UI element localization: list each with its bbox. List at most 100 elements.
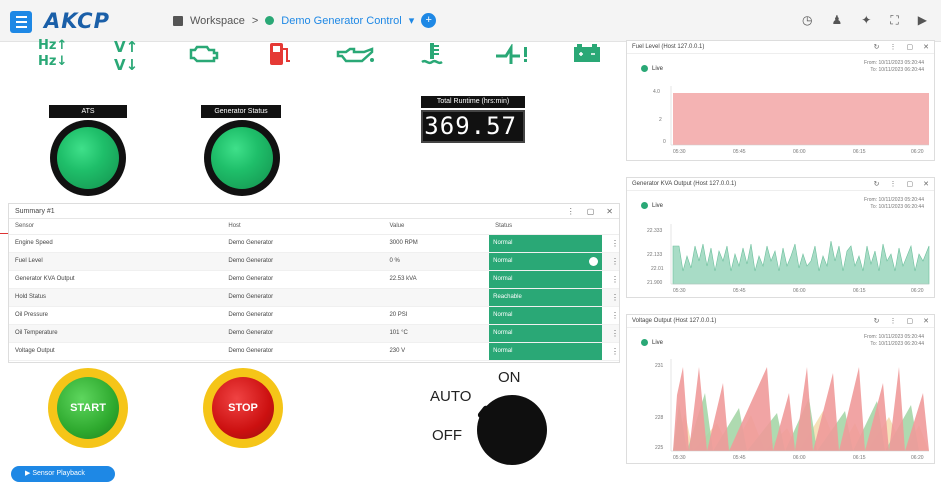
workspace-icon bbox=[173, 15, 183, 26]
dashboard-status-icon bbox=[265, 16, 275, 25]
more-icon[interactable]: ⋮ bbox=[890, 41, 897, 54]
live-indicator[interactable]: Live bbox=[641, 65, 663, 72]
info-icon[interactable] bbox=[589, 256, 599, 266]
table-row[interactable]: Voltage Output Demo Generator 230 V Norm… bbox=[9, 342, 619, 361]
col-status[interactable]: Status bbox=[489, 219, 605, 235]
row-menu-icon[interactable]: ⋮ bbox=[604, 288, 619, 307]
clock-icon[interactable]: ◷ bbox=[802, 13, 812, 28]
add-dashboard-button[interactable]: + bbox=[421, 13, 437, 28]
row-menu-icon[interactable]: ⋮ bbox=[604, 342, 619, 361]
kva-output-chart: 22.333 22.133 22.01 21.900 05:30 05:45 0… bbox=[647, 224, 930, 294]
table-row[interactable]: Oil Temperature Demo Generator 101 °C No… bbox=[9, 324, 619, 343]
y-tick: 225 bbox=[655, 445, 664, 451]
more-icon[interactable]: ⋮ bbox=[890, 315, 897, 328]
oil-icon[interactable] bbox=[336, 46, 376, 64]
x-tick: 06:20 bbox=[911, 288, 924, 294]
table-row[interactable]: Oil Pressure Demo Generator 20 PSI Norma… bbox=[9, 306, 619, 325]
refresh-icon[interactable]: ↻ bbox=[874, 178, 880, 191]
row-menu-icon[interactable]: ⋮ bbox=[604, 270, 619, 289]
maximize-icon[interactable]: ▢ bbox=[907, 41, 914, 54]
value-cell: 3000 RPM bbox=[383, 234, 490, 253]
close-icon[interactable]: ✕ bbox=[923, 315, 929, 328]
col-host[interactable]: Host bbox=[222, 219, 384, 235]
x-tick: 05:30 bbox=[673, 288, 686, 294]
status-badge: Normal bbox=[489, 234, 603, 252]
table-row[interactable]: Engine Speed Demo Generator 3000 RPM Nor… bbox=[9, 234, 619, 253]
fuel-level-chart: 4.0 2 0 05:30 05:45 06:00 06:15 06:20 bbox=[653, 86, 929, 155]
settings-icon[interactable]: ▶ bbox=[918, 13, 927, 28]
start-button[interactable]: START bbox=[48, 368, 128, 448]
runtime-value: 369.57 bbox=[421, 110, 525, 143]
pin-icon[interactable]: ✦ bbox=[861, 13, 871, 28]
live-dot-icon bbox=[641, 65, 648, 72]
sensor-cell: Fuel Level bbox=[9, 252, 223, 271]
status-badge: Normal bbox=[489, 270, 603, 288]
table-row[interactable]: Fuel Level Demo Generator 0 % Normal ⋮ bbox=[9, 252, 619, 271]
breadcrumb-workspace[interactable]: Workspace bbox=[190, 15, 245, 27]
row-menu-icon[interactable]: ⋮ bbox=[604, 324, 619, 343]
status-badge: Normal bbox=[489, 342, 603, 360]
live-label: Live bbox=[652, 65, 664, 72]
stop-button[interactable]: STOP bbox=[203, 368, 283, 448]
row-menu-icon[interactable]: ⋮ bbox=[604, 234, 619, 253]
voltage-icon[interactable]: V↑ V↓ bbox=[114, 38, 138, 74]
fuel-icon[interactable] bbox=[268, 41, 292, 67]
breadcrumb-dashboard[interactable]: Demo Generator Control bbox=[281, 15, 401, 27]
playback-label: Sensor Playback bbox=[32, 470, 85, 477]
summary-panel: Summary #1 ⋮ ▢ ✕ Sensor Host Value Statu… bbox=[8, 203, 620, 363]
voltage-output-panel: Voltage Output (Host 127.0.0.1) ↻ ⋮ ▢ ✕ Liv… bbox=[626, 314, 935, 464]
fullscreen-icon[interactable]: ⛶ bbox=[890, 13, 898, 28]
close-icon[interactable]: ✕ bbox=[923, 41, 929, 54]
menu-icon[interactable] bbox=[10, 11, 32, 33]
live-dot-icon bbox=[641, 202, 648, 209]
x-tick: 06:15 bbox=[853, 288, 866, 294]
y-tick: 22.133 bbox=[647, 252, 663, 258]
sensor-playback-button[interactable]: ▶ Sensor Playback bbox=[11, 466, 115, 482]
host-cell: Demo Generator bbox=[222, 288, 384, 307]
x-tick: 05:45 bbox=[733, 455, 746, 461]
status-badge: Normal bbox=[489, 306, 603, 324]
generator-status-lamp bbox=[204, 120, 280, 196]
close-icon[interactable]: ✕ bbox=[606, 204, 613, 219]
fuel-level-panel: Fuel Level (Host 127.0.0.1) ↻ ⋮ ▢ ✕ Live Fr… bbox=[626, 40, 935, 161]
row-menu-icon[interactable]: ⋮ bbox=[604, 306, 619, 325]
maximize-icon[interactable]: ▢ bbox=[907, 315, 914, 328]
live-indicator[interactable]: Live bbox=[641, 339, 663, 346]
maximize-icon[interactable]: ▢ bbox=[907, 178, 914, 191]
y-tick: 4.0 bbox=[653, 89, 660, 95]
refresh-icon[interactable]: ↻ bbox=[874, 315, 880, 328]
more-icon[interactable]: ⋮ bbox=[567, 204, 575, 219]
y-tick: 231 bbox=[655, 363, 664, 369]
engine-icon[interactable] bbox=[188, 44, 220, 64]
kva-output-panel: Generator KVA Output (Host 127.0.0.1) ↻ ⋮… bbox=[626, 177, 935, 298]
chevron-down-icon[interactable]: ▾ bbox=[409, 14, 415, 27]
y-tick: 0 bbox=[663, 139, 666, 145]
switch-icon[interactable] bbox=[494, 44, 528, 64]
col-value[interactable]: Value bbox=[383, 219, 490, 235]
status-badge: Normal bbox=[489, 324, 603, 342]
kva-area bbox=[672, 240, 930, 285]
battery-icon[interactable] bbox=[572, 42, 602, 64]
value-cell: 0 % bbox=[383, 252, 490, 271]
mode-selector-knob[interactable] bbox=[477, 395, 547, 465]
temperature-icon[interactable] bbox=[420, 41, 444, 67]
auto-label: AUTO bbox=[430, 388, 472, 405]
voltage-output-chart: 231 228 225 05:30 05:45 06:00 06:15 06:2… bbox=[655, 359, 929, 461]
maximize-icon[interactable]: ▢ bbox=[587, 204, 595, 219]
live-indicator[interactable]: Live bbox=[641, 202, 663, 209]
user-icon[interactable]: ♟ bbox=[832, 13, 843, 28]
host-cell: Demo Generator bbox=[222, 306, 384, 325]
row-menu-icon[interactable]: ⋮ bbox=[604, 252, 619, 271]
sensor-cell: Hold Status bbox=[9, 288, 223, 307]
live-label: Live bbox=[652, 339, 664, 346]
more-icon[interactable]: ⋮ bbox=[890, 178, 897, 191]
table-row[interactable]: Generator KVA Output Demo Generator 22.5… bbox=[9, 270, 619, 289]
x-tick: 06:00 bbox=[793, 149, 806, 155]
table-row[interactable]: Hold Status Demo Generator Reachable ⋮ bbox=[9, 288, 619, 307]
time-range: From: 10/11/2023 05:20:44 To: 10/11/2023 … bbox=[864, 197, 924, 211]
close-icon[interactable]: ✕ bbox=[923, 178, 929, 191]
x-tick: 05:30 bbox=[673, 455, 686, 461]
frequency-icon[interactable]: Hz↑ Hz↓ bbox=[38, 38, 67, 70]
refresh-icon[interactable]: ↻ bbox=[874, 41, 880, 54]
col-sensor[interactable]: Sensor bbox=[9, 219, 223, 235]
